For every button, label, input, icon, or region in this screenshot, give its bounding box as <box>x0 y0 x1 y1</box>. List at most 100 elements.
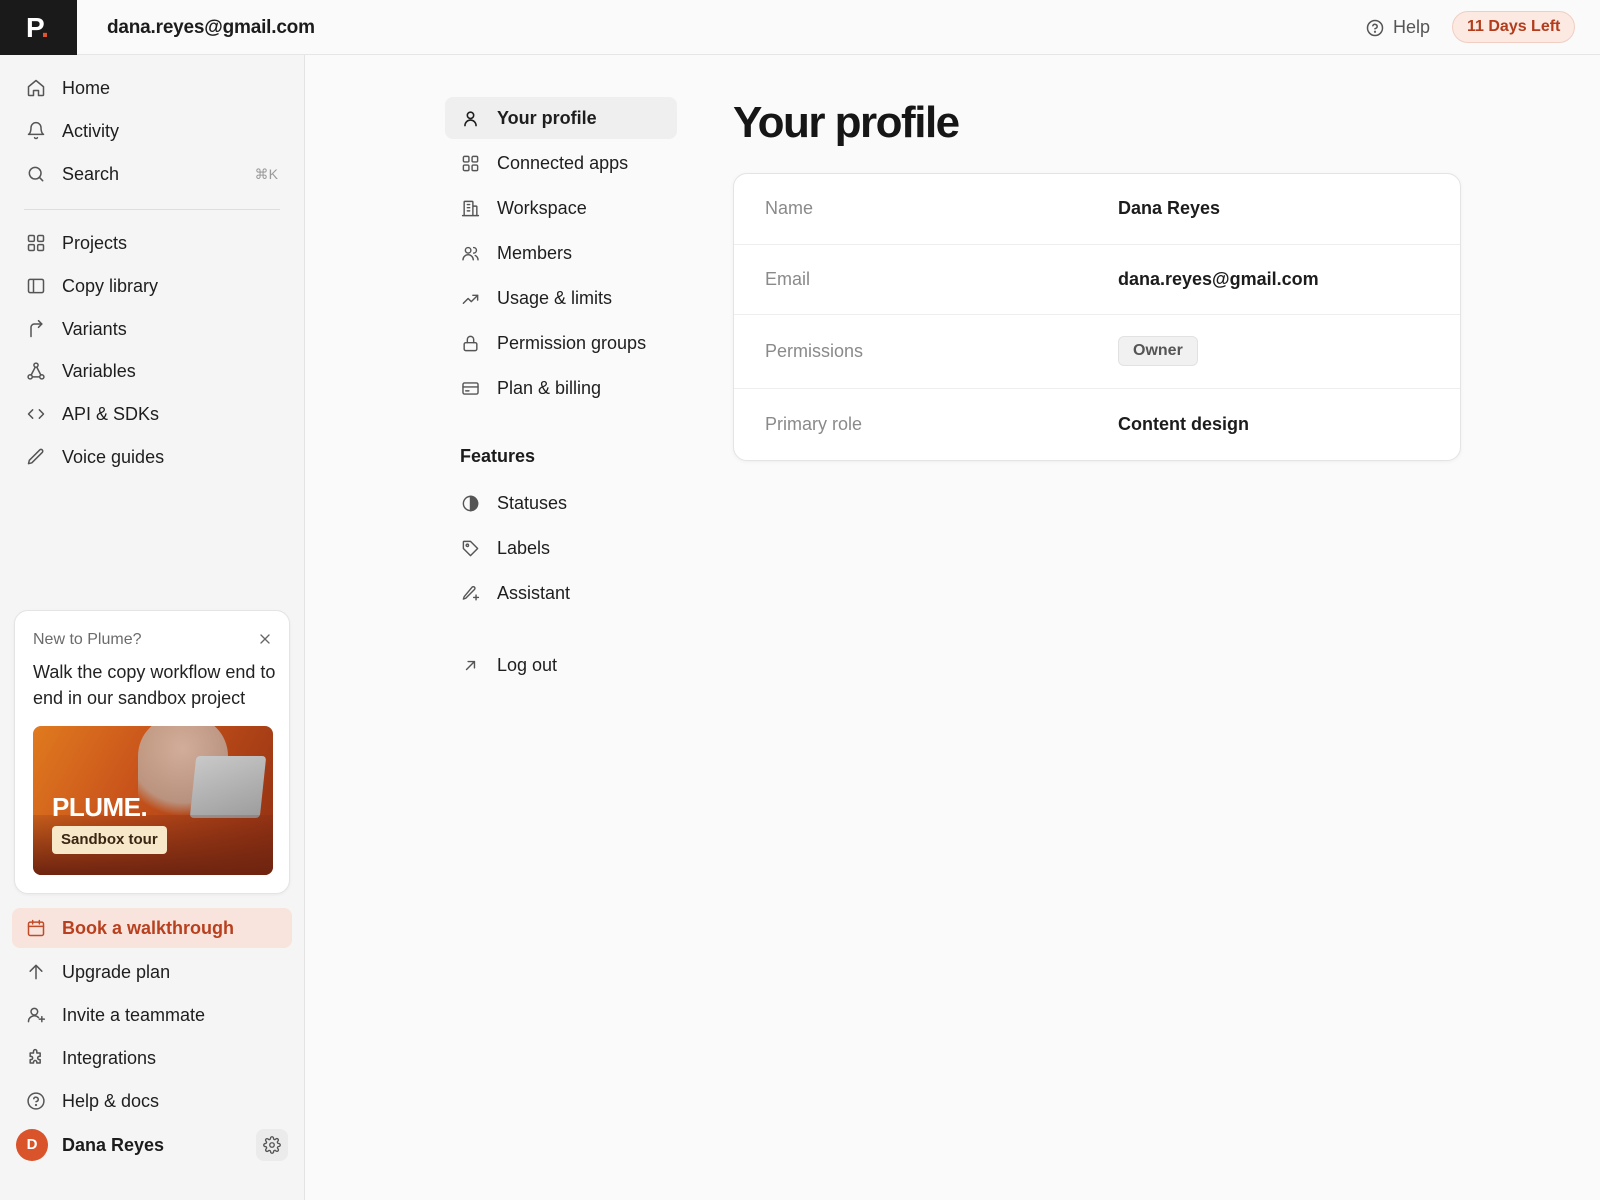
field-label: Primary role <box>765 414 863 434</box>
sidebar-item-invite-teammate[interactable]: Invite a teammate <box>12 995 292 1035</box>
promo-brand-wordmark: PLUME. <box>52 792 148 822</box>
settings-nav-label: Labels <box>497 537 551 558</box>
settings-nav-label: Log out <box>497 654 558 675</box>
field-value-role[interactable]: Content design <box>1118 414 1249 435</box>
settings-nav-label: Assistant <box>497 582 571 603</box>
sidebar-item-label: Variables <box>62 360 136 381</box>
page-title: Your profile <box>733 98 960 147</box>
arrow-up-right-icon <box>461 656 480 675</box>
settings-nav-label: Members <box>497 242 573 263</box>
calendar-icon <box>26 918 46 938</box>
onboarding-promo-card: New to Plume? Walk the copy workflow end… <box>14 610 290 894</box>
current-user[interactable]: D Dana Reyes <box>16 1128 288 1162</box>
promo-body: Walk the copy workflow end to end in our… <box>33 662 276 708</box>
sidebar-item-label: Voice guides <box>62 446 165 467</box>
settings-nav-label: Usage & limits <box>497 287 613 308</box>
features-heading: Features <box>460 446 536 466</box>
branch-arrow-icon <box>26 319 46 339</box>
user-icon <box>461 109 480 128</box>
sidebar-item-copy-library[interactable]: Copy library <box>12 266 292 306</box>
sidebar-item-variables[interactable]: Variables <box>12 351 292 391</box>
settings-nav-your-profile[interactable]: Your profile <box>445 97 677 139</box>
promo-chip: Sandbox tour <box>52 826 167 854</box>
settings-nav-assistant[interactable]: Assistant <box>445 572 677 614</box>
trend-icon <box>461 289 480 308</box>
field-label: Permissions <box>765 341 864 361</box>
help-link[interactable]: Help <box>1366 0 1430 55</box>
book-walkthrough-button[interactable]: Book a walkthrough <box>12 908 292 948</box>
field-label: Name <box>765 198 814 218</box>
close-icon[interactable] <box>257 631 273 647</box>
lock-icon <box>461 334 480 353</box>
help-label: Help <box>1393 17 1431 37</box>
sidebar-item-api-sdks[interactable]: API & SDKs <box>12 394 292 434</box>
promo-video-thumbnail[interactable]: PLUME. Sandbox tour <box>33 726 273 875</box>
sidebar-item-upgrade-plan[interactable]: Upgrade plan <box>12 952 292 992</box>
settings-nav-label: Statuses <box>497 492 568 513</box>
permission-badge: Owner <box>1118 336 1198 366</box>
sidebar-item-label: Upgrade plan <box>62 961 171 982</box>
sidebar-item-label: Search <box>62 163 120 184</box>
settings-nav-statuses[interactable]: Statuses <box>445 482 677 524</box>
settings-nav-permission-groups[interactable]: Permission groups <box>445 322 677 364</box>
sidebar-item-projects[interactable]: Projects <box>12 223 292 263</box>
settings-nav-labels[interactable]: Labels <box>445 527 677 569</box>
user-name: Dana Reyes <box>62 1135 165 1155</box>
grid-icon <box>26 233 46 253</box>
sidebar-item-label: Copy library <box>62 275 159 296</box>
settings-button[interactable] <box>256 1129 288 1161</box>
help-circle-icon <box>26 1091 46 1111</box>
settings-nav-label: Connected apps <box>497 152 629 173</box>
gear-icon <box>263 1136 281 1154</box>
profile-row-email: Email dana.reyes@gmail.com <box>734 245 1460 315</box>
pen-icon <box>26 447 46 467</box>
half-circle-icon <box>461 494 480 513</box>
search-icon <box>26 164 46 184</box>
home-icon <box>26 78 46 98</box>
field-value-name[interactable]: Dana Reyes <box>1118 198 1220 219</box>
settings-nav-label: Workspace <box>497 197 587 218</box>
sidebar-item-variants[interactable]: Variants <box>12 309 292 349</box>
settings-nav-workspace[interactable]: Workspace <box>445 187 677 229</box>
apps-icon <box>461 154 480 173</box>
sidebar-item-label: Projects <box>62 232 128 253</box>
profile-card: Name Dana Reyes Email dana.reyes@gmail.c… <box>733 173 1461 461</box>
log-out-button[interactable]: Log out <box>445 644 677 686</box>
sparkle-pen-icon <box>461 584 480 603</box>
sidebar-item-label: Activity <box>62 120 120 141</box>
profile-row-role: Primary role Content design <box>734 389 1460 460</box>
sidebar-item-label: Help & docs <box>62 1090 160 1111</box>
avatar: D <box>16 1129 48 1161</box>
trial-badge[interactable]: 11 Days Left <box>1452 11 1576 43</box>
building-icon <box>461 199 480 218</box>
sidebar-item-integrations[interactable]: Integrations <box>12 1038 292 1078</box>
sidebar: Home Activity Search ⌘K Projects Copy li… <box>0 55 305 1200</box>
sidebar-divider <box>24 209 280 210</box>
app-logo[interactable]: P. <box>0 0 77 55</box>
sidebar-item-help-docs[interactable]: Help & docs <box>12 1081 292 1121</box>
sidebar-item-activity[interactable]: Activity <box>12 111 292 151</box>
help-circle-icon <box>1366 19 1384 37</box>
settings-nav-connected-apps[interactable]: Connected apps <box>445 142 677 184</box>
profile-row-permissions: Permissions Owner <box>734 315 1460 389</box>
search-shortcut: ⌘K <box>254 165 278 182</box>
sidebar-item-voice-guides[interactable]: Voice guides <box>12 437 292 477</box>
account-email[interactable]: dana.reyes@gmail.com <box>107 0 315 55</box>
sidebar-item-label: Invite a teammate <box>62 1004 206 1025</box>
sidebar-item-search[interactable]: Search ⌘K <box>12 154 292 194</box>
sidebar-item-label: API & SDKs <box>62 403 160 424</box>
arrow-up-icon <box>26 962 46 982</box>
settings-nav-members[interactable]: Members <box>445 232 677 274</box>
settings-nav-usage-limits[interactable]: Usage & limits <box>445 277 677 319</box>
settings-nav-label: Your profile <box>497 107 597 128</box>
field-value-email[interactable]: dana.reyes@gmail.com <box>1118 269 1319 290</box>
book-icon <box>26 276 46 296</box>
settings-nav-plan-billing[interactable]: Plan & billing <box>445 367 677 409</box>
card-icon <box>461 379 480 398</box>
bell-icon <box>26 121 46 141</box>
sidebar-item-label: Integrations <box>62 1047 157 1068</box>
tag-icon <box>461 539 480 558</box>
sidebar-item-home[interactable]: Home <box>12 68 292 108</box>
nodes-icon <box>26 361 46 381</box>
top-bar: P. dana.reyes@gmail.com Help 11 Days Lef… <box>0 0 1600 55</box>
